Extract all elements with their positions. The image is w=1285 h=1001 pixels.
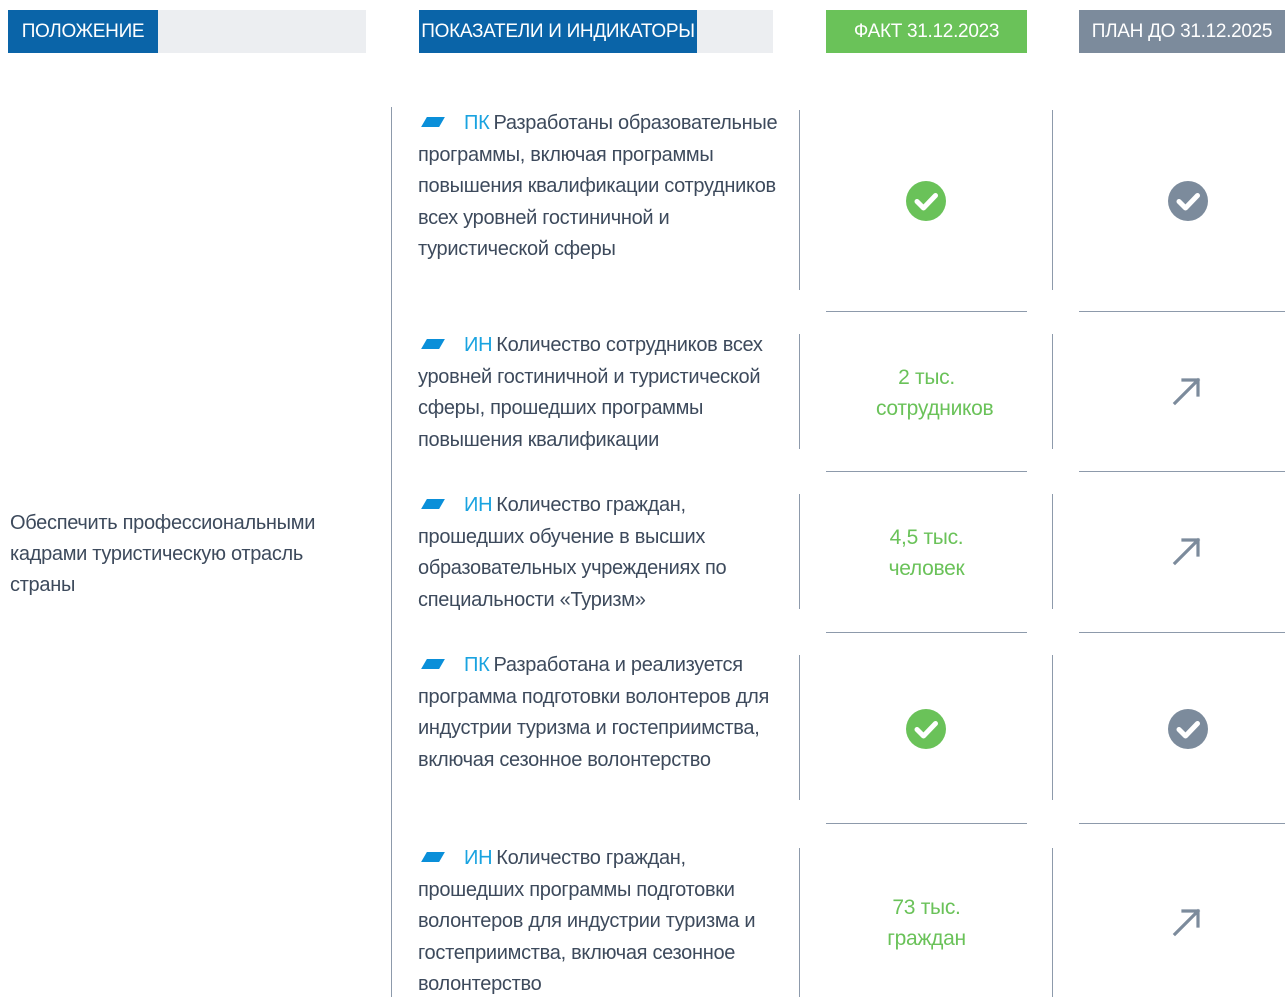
indicator-item: ИН Количество граждан, прошедших программ… xyxy=(418,843,782,1001)
row-divider xyxy=(1079,471,1285,472)
column-divider xyxy=(1052,655,1053,800)
row-divider xyxy=(826,823,1027,824)
marker-icon xyxy=(421,499,445,509)
indicator-code: ИН xyxy=(464,847,493,869)
check-circle-icon xyxy=(1168,709,1208,749)
column-divider xyxy=(799,110,800,290)
marker-icon xyxy=(421,852,445,862)
header-position-fill xyxy=(158,10,366,53)
row-divider xyxy=(1079,823,1285,824)
fact-value: 2 тыс. сотрудников xyxy=(876,366,994,420)
column-divider xyxy=(1052,334,1053,449)
header-indicators-label: ПОКАЗАТЕЛИ И ИНДИКАТОРЫ xyxy=(419,10,697,53)
header-indicators-fill xyxy=(697,10,773,53)
check-circle-icon xyxy=(906,181,946,221)
marker-icon xyxy=(421,659,445,669)
position-divider xyxy=(391,107,392,997)
row-divider xyxy=(1079,311,1285,312)
column-divider xyxy=(1052,494,1053,609)
arrow-up-right-icon xyxy=(1172,377,1201,406)
indicator-item: ИН Количество сотрудников всех уровней го… xyxy=(418,330,782,456)
marker-icon xyxy=(421,339,445,349)
fact-value: 73 тыс. граждан xyxy=(887,896,966,950)
column-divider xyxy=(1052,848,1053,997)
indicator-text: Разработаны образовательные программы, в… xyxy=(418,112,778,260)
fact-value: 4,5 тыс. человек xyxy=(888,526,965,580)
indicator-text: Количество граждан, прошедших программы … xyxy=(418,847,756,995)
indicator-item: ПК Разработаны образовательные программы,… xyxy=(418,108,782,266)
row-divider xyxy=(1079,632,1285,633)
indicator-code: ИН xyxy=(464,334,493,356)
indicator-item: ИН Количество граждан, прошедших обучение… xyxy=(418,490,782,616)
column-divider xyxy=(799,334,800,449)
header-position: ПОЛОЖЕНИЕ xyxy=(8,10,366,53)
check-circle-icon xyxy=(1168,181,1208,221)
indicator-code: ИН xyxy=(464,494,493,516)
row-divider xyxy=(826,311,1027,312)
row-divider xyxy=(826,471,1027,472)
column-divider xyxy=(799,494,800,609)
position-text: Обеспечить профессиональными кадрами тур… xyxy=(10,512,316,596)
check-circle-icon xyxy=(906,709,946,749)
indicator-code: ПК xyxy=(464,112,490,134)
header-position-label: ПОЛОЖЕНИЕ xyxy=(8,10,158,53)
column-divider xyxy=(1052,110,1053,290)
header-plan: ПЛАН ДО 31.12.2025 xyxy=(1079,10,1285,53)
arrow-up-right-icon xyxy=(1172,908,1201,937)
column-divider xyxy=(799,848,800,997)
row-divider xyxy=(826,632,1027,633)
column-divider xyxy=(799,655,800,800)
arrow-up-right-icon xyxy=(1172,537,1201,566)
indicator-code: ПК xyxy=(464,654,490,676)
header-indicators: ПОКАЗАТЕЛИ И ИНДИКАТОРЫ xyxy=(419,10,773,53)
indicator-item: ПК Разработана и реализуется программа по… xyxy=(418,650,782,776)
header-fact: ФАКТ 31.12.2023 xyxy=(826,10,1027,53)
marker-icon xyxy=(421,117,445,127)
